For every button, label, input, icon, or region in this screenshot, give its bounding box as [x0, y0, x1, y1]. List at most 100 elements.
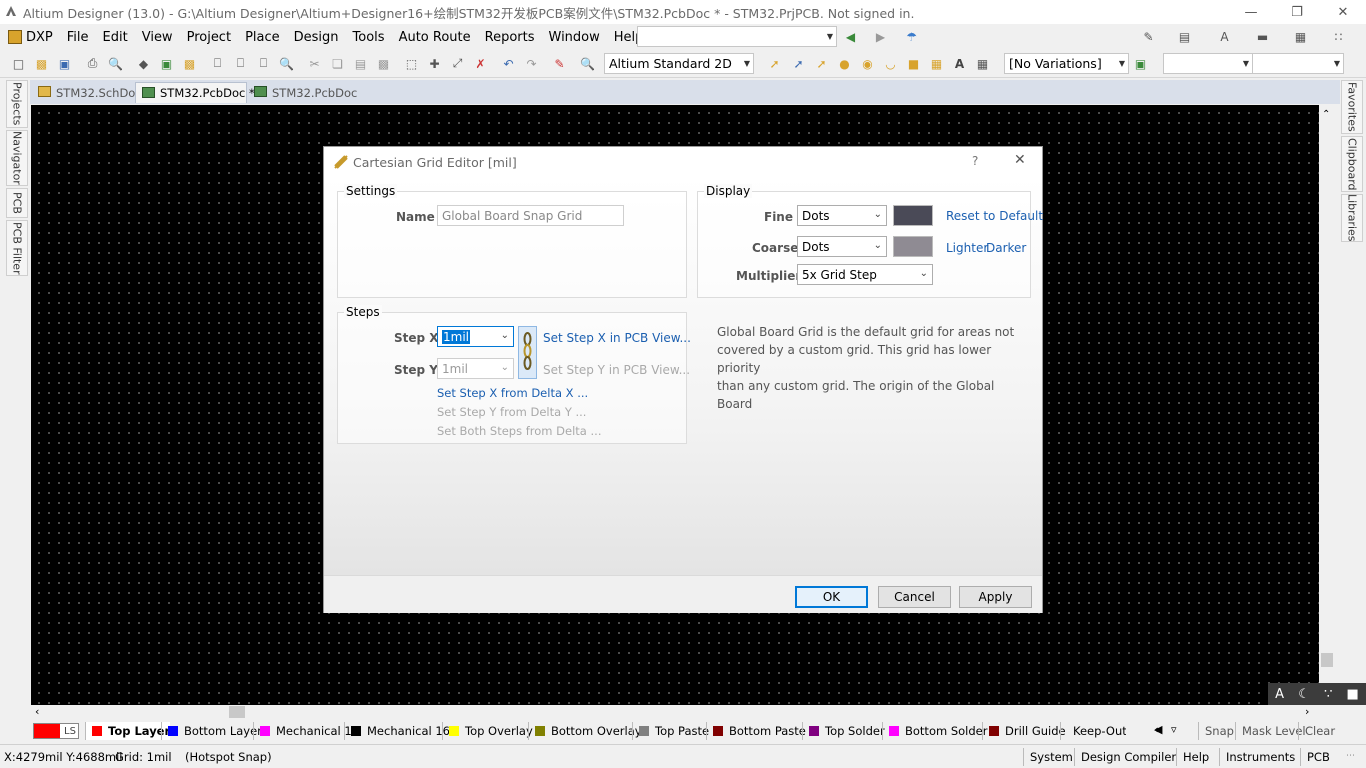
layer-set-button[interactable]: LS [33, 723, 79, 739]
ok-button[interactable]: OK [795, 586, 868, 608]
layer-tab-top-solder[interactable]: Top Solder [802, 722, 885, 740]
zoom-select-icon[interactable]: ⎕ [255, 55, 272, 72]
back-icon[interactable]: ◀ [842, 28, 859, 45]
layer-tab-top-paste[interactable]: Top Paste [632, 722, 709, 740]
menu-project[interactable]: Project [180, 30, 238, 45]
reset-to-default-link[interactable]: Reset to Default [946, 209, 1043, 223]
layer-tab-top-layer[interactable]: Top Layer [85, 722, 171, 740]
zoom-area-icon[interactable]: ⎕ [232, 55, 249, 72]
copy-icon[interactable]: ❏ [329, 55, 346, 72]
select-area-icon[interactable]: ⬚ [403, 55, 420, 72]
arc-icon[interactable]: ◡ [882, 55, 899, 72]
apply-button[interactable]: Apply [959, 586, 1032, 608]
redo-icon[interactable]: ↷ [523, 55, 540, 72]
layer-tab-bottom-overlay[interactable]: Bottom Overlay [528, 722, 642, 740]
variations-select[interactable]: [No Variations] ▼ [1004, 53, 1129, 74]
menu-auto-route[interactable]: Auto Route [392, 30, 478, 45]
via-icon[interactable]: ◉ [859, 55, 876, 72]
lighter-link[interactable]: Lighter [946, 241, 988, 255]
moon-icon[interactable]: ☾ [1298, 687, 1310, 702]
browse-icon[interactable]: 🔍 [579, 55, 596, 72]
menu-reports[interactable]: Reports [478, 30, 542, 45]
text-style-icon[interactable]: A [1275, 687, 1284, 702]
cross-select-icon[interactable]: ⤢ [449, 55, 466, 72]
vertical-scrollbar[interactable]: ⌃ [1319, 105, 1335, 705]
scroll-right-icon[interactable]: › [1305, 705, 1309, 718]
dialog-close-icon[interactable]: ✕ [1014, 152, 1026, 168]
panel-system[interactable]: System [1023, 748, 1079, 766]
polygon-icon[interactable]: ▦ [928, 55, 945, 72]
menu-design[interactable]: Design [287, 30, 346, 45]
diff-pair-icon[interactable]: ➚ [790, 55, 807, 72]
layer-next-icon[interactable]: › [1156, 723, 1160, 736]
menu-place[interactable]: Place [238, 30, 287, 45]
panel-pcb[interactable]: PCB [1300, 748, 1336, 766]
forward-icon[interactable]: ▶ [872, 28, 889, 45]
layer-tab-drill-guide[interactable]: Drill Guide [982, 722, 1066, 740]
layer-icon[interactable]: ▬ [1254, 28, 1271, 45]
set-step-x-in-pcb-view-link[interactable]: Set Step X in PCB View... [543, 331, 691, 345]
component-icon[interactable]: ▦ [974, 55, 991, 72]
print-icon[interactable]: ⎙ [84, 55, 101, 72]
zoom-fit-icon[interactable]: ⎕ [209, 55, 226, 72]
doc-tab-pcbdoc-active[interactable]: STM32.PcbDoc * [135, 82, 255, 103]
panel-help[interactable]: Help [1176, 748, 1215, 766]
tab-pcb-filter[interactable]: PCB Filter [6, 220, 28, 276]
minimize-button[interactable]: — [1228, 0, 1274, 24]
filter-combo-1[interactable]: ▼ [1163, 53, 1253, 74]
3d-icon[interactable]: ◆ [135, 55, 152, 72]
print-preview-icon[interactable]: 🔍 [107, 55, 124, 72]
scroll-thumb[interactable] [1321, 653, 1333, 667]
filter-icon[interactable]: ▿ [1171, 723, 1177, 736]
panel-instruments[interactable]: Instruments [1219, 748, 1301, 766]
set-step-y-in-pcb-view-link[interactable]: Set Step Y in PCB View... [543, 363, 690, 377]
step-x-select[interactable]: 1mil ⌄ [437, 326, 514, 347]
address-combo[interactable]: ▼ [637, 26, 837, 47]
menu-edit[interactable]: Edit [96, 30, 135, 45]
snap-button[interactable]: Snap [1198, 722, 1240, 740]
route-icon[interactable]: ➚ [766, 55, 783, 72]
menu-file[interactable]: File [60, 30, 96, 45]
tab-favorites[interactable]: Favorites [1341, 80, 1363, 134]
link-steps-toggle[interactable] [518, 326, 537, 379]
step-y-select[interactable]: 1mil ⌄ [437, 358, 514, 379]
text-icon[interactable]: A [1216, 28, 1233, 45]
horizontal-scrollbar[interactable]: ‹ › [31, 705, 1319, 719]
scroll-up-icon[interactable]: ⌃ [1322, 109, 1330, 120]
tab-pcb[interactable]: PCB [6, 188, 28, 218]
set-step-y-from-delta-link[interactable]: Set Step Y from Delta Y ... [437, 405, 586, 419]
filter-combo-2[interactable]: ▼ [1252, 53, 1344, 74]
snap-icon[interactable]: ∵ [1324, 687, 1332, 702]
scroll-left-icon[interactable]: ‹ [35, 705, 39, 718]
grid-name-field[interactable]: Global Board Snap Grid [437, 205, 624, 226]
fine-color-swatch[interactable] [893, 205, 933, 226]
cut-icon[interactable]: ✂ [306, 55, 323, 72]
tab-libraries[interactable]: Libraries [1341, 194, 1363, 242]
menu-dxp[interactable]: DXP [22, 30, 60, 45]
shirt-icon[interactable]: ■ [1347, 687, 1359, 702]
highlight-icon[interactable]: ✎ [551, 55, 568, 72]
layer-tab-mechanical-16[interactable]: Mechanical 16 [344, 722, 450, 740]
cancel-button[interactable]: Cancel [878, 586, 951, 608]
deselect-icon[interactable]: ✗ [472, 55, 489, 72]
multiplier-select[interactable]: 5x Grid Step ⌄ [797, 264, 933, 285]
layer-tab-top-overlay[interactable]: Top Overlay [442, 722, 533, 740]
paste-icon[interactable]: ▤ [352, 55, 369, 72]
menu-view[interactable]: View [135, 30, 180, 45]
scroll-thumb[interactable] [229, 706, 245, 718]
layer-tab-bottom-solder[interactable]: Bottom Solder [882, 722, 987, 740]
pad-icon[interactable]: ● [836, 55, 853, 72]
layer-tab-bottom-layer[interactable]: Bottom Layer [161, 722, 262, 740]
zoom-icon[interactable]: 🔍 [278, 55, 295, 72]
layer-tab-mechanical-1[interactable]: Mechanical 1 [253, 722, 352, 740]
multi-route-icon[interactable]: ➚ [813, 55, 830, 72]
menu-window[interactable]: Window [542, 30, 607, 45]
save-icon[interactable]: ▣ [56, 55, 73, 72]
close-window-button[interactable]: ✕ [1320, 0, 1366, 24]
variant-icon[interactable]: ▣ [1132, 55, 1149, 72]
coarse-style-select[interactable]: Dots ⌄ [797, 236, 887, 257]
grid-icon[interactable]: ▦ [1292, 28, 1309, 45]
maximize-button[interactable]: ❐ [1274, 0, 1320, 24]
sheet-icon[interactable]: ✎ [1140, 28, 1157, 45]
fine-style-select[interactable]: Dots ⌄ [797, 205, 887, 226]
